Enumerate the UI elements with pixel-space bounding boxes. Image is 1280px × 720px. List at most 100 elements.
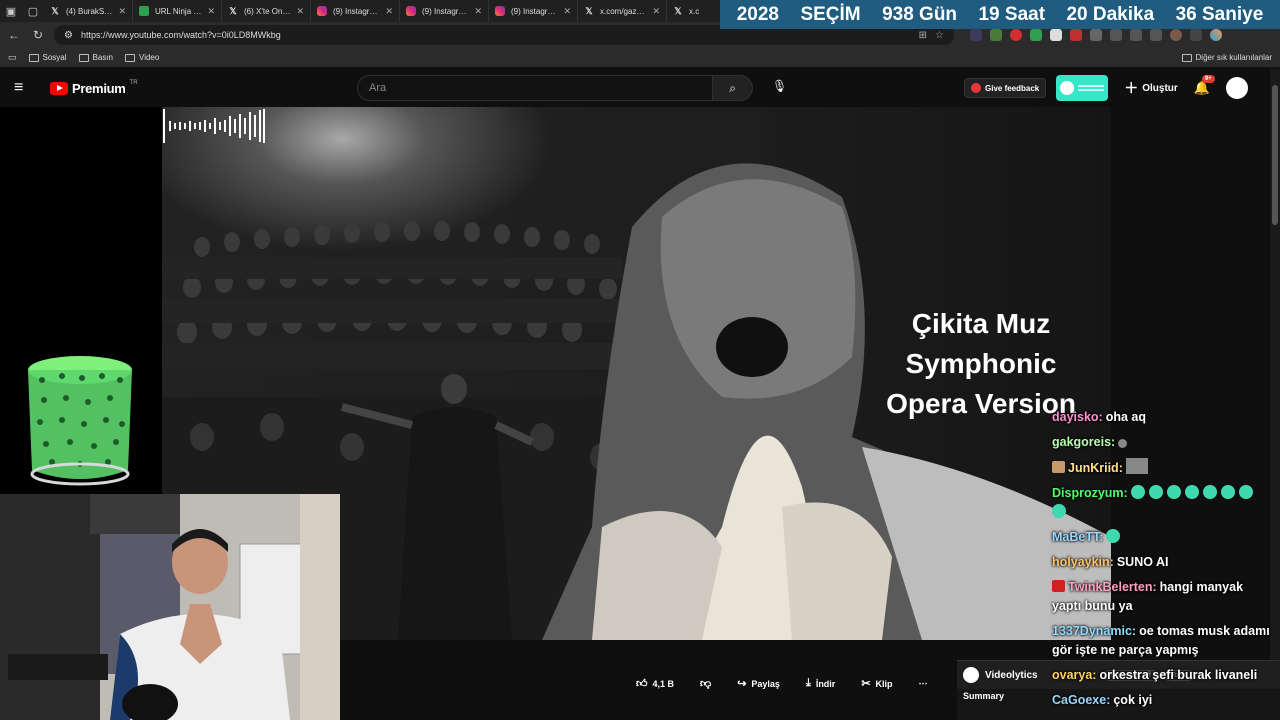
- instagram-icon: [495, 6, 505, 16]
- close-icon[interactable]: ✕: [207, 6, 215, 17]
- close-icon[interactable]: ✕: [385, 6, 393, 17]
- notification-count-badge: 9+: [1201, 75, 1215, 83]
- scissors-icon: ✂: [861, 678, 871, 690]
- create-button[interactable]: ＋ Oluştur: [1118, 78, 1184, 98]
- extension-icon[interactable]: [970, 29, 982, 41]
- chat-username: ovarya:: [1052, 668, 1097, 682]
- menu-icon[interactable]: ≡: [14, 79, 34, 97]
- emote-icon: [1106, 529, 1121, 543]
- chat-message: dayisko: oha aq: [1052, 408, 1272, 427]
- copilot-icon[interactable]: [1210, 29, 1222, 41]
- extension-icon[interactable]: [1050, 29, 1062, 41]
- notifications-button[interactable]: 🔔 9+: [1194, 75, 1215, 96]
- like-button[interactable]: 👍︎ 4,1 B: [636, 677, 674, 690]
- feedback-icon: [971, 83, 981, 93]
- x-logo-icon: 𝕏: [585, 5, 593, 16]
- address-text: https://www.youtube.com/watch?v=0i0LD8MW…: [80, 30, 281, 40]
- extension-icon[interactable]: [1030, 29, 1042, 41]
- chat-message: MaBeTT:: [1052, 528, 1272, 547]
- give-feedback-button[interactable]: Give feedback: [964, 78, 1047, 98]
- bookmark-folder-sosyal[interactable]: Sosyal: [28, 53, 67, 62]
- countdown-hours: 19 Saat: [978, 3, 1046, 25]
- avatar[interactable]: [1226, 77, 1248, 99]
- countdown-year: 2028: [736, 3, 779, 25]
- extension-icon[interactable]: [990, 29, 1002, 41]
- youtube-play-icon: [50, 81, 68, 95]
- countdown-label: SEÇİM: [800, 3, 861, 25]
- extension-icon[interactable]: [1070, 29, 1082, 41]
- chat-message: ovarya: orkestra şefi burak livaneli: [1052, 666, 1272, 685]
- microphone-icon[interactable]: 🎙: [772, 79, 787, 93]
- emote-icon: [1118, 439, 1128, 448]
- chat-message: 1337Dynamic: oe tomas musk adamı gör işte…: [1052, 622, 1272, 660]
- videolytics-title: Videolytics: [985, 669, 1038, 681]
- chat-message: JunKriid:: [1052, 458, 1272, 478]
- close-icon[interactable]: ✕: [474, 6, 482, 17]
- user-badge-icon: [1052, 580, 1065, 592]
- chat-message: CaGoexe: çok iyi: [1052, 691, 1272, 710]
- workspaces-icon[interactable]: ▣: [0, 0, 22, 22]
- collections-icon[interactable]: [1130, 29, 1142, 41]
- streamer-webcam: [0, 494, 340, 720]
- site-info-icon[interactable]: ⚙: [64, 30, 73, 41]
- more-icon[interactable]: [1190, 29, 1202, 41]
- audio-waveform-icon: [163, 109, 265, 143]
- emote-icon: [1130, 485, 1145, 499]
- favorites-icon[interactable]: [1110, 29, 1122, 41]
- search-button[interactable]: ⌕: [713, 75, 753, 101]
- browser-tab[interactable]: 𝕏 (4) BurakSak ✕: [44, 0, 133, 22]
- dislike-button[interactable]: 👎︎: [700, 677, 711, 690]
- profile-avatar-icon[interactable]: [1170, 29, 1182, 41]
- emote-icon: [1202, 485, 1217, 499]
- tab-actions-icon[interactable]: ▢: [22, 0, 44, 22]
- close-icon[interactable]: ✕: [652, 6, 660, 17]
- search-input[interactable]: [357, 75, 714, 101]
- x-logo-icon: 𝕏: [229, 5, 237, 16]
- clip-button[interactable]: ✂ Klip: [861, 677, 892, 690]
- browser-tab[interactable]: 𝕏 (6) X'te Oned ✕: [222, 0, 311, 22]
- sidebar-toggle-icon[interactable]: ▭: [8, 52, 17, 63]
- bookmark-folder-video[interactable]: Video: [125, 53, 159, 62]
- chat-text: orkestra şefi burak livaneli: [1099, 668, 1258, 682]
- back-icon[interactable]: ←: [6, 28, 22, 42]
- reload-icon[interactable]: ↻: [30, 28, 46, 42]
- shield-icon[interactable]: [1150, 29, 1162, 41]
- more-actions-button[interactable]: ⋯: [919, 678, 928, 689]
- folder-icon: [78, 53, 89, 62]
- puzzle-icon[interactable]: [1090, 29, 1102, 41]
- chat-message: gakgoreis:: [1052, 433, 1272, 452]
- browser-tab[interactable]: 𝕏 x.com/gazete ✕: [578, 0, 667, 22]
- browser-tab[interactable]: (9) Instagram ✕: [489, 0, 578, 22]
- chat-username: JunKriid:: [1068, 461, 1123, 475]
- chat-text: oha aq: [1105, 410, 1147, 424]
- scrollbar-thumb[interactable]: [1272, 85, 1278, 225]
- download-button[interactable]: ⤓ İndir: [806, 677, 835, 690]
- browser-tab[interactable]: (9) Instagram ✕: [311, 0, 400, 22]
- star-icon[interactable]: ☆: [935, 30, 944, 41]
- share-button[interactable]: ↪ Paylaş: [737, 677, 780, 690]
- chat-message: Disprozyum:: [1052, 484, 1272, 522]
- extension-toggle[interactable]: [1056, 75, 1109, 101]
- close-icon[interactable]: ✕: [563, 6, 571, 17]
- bookmark-folder-other[interactable]: Diğer sık kullanılanlar: [1181, 53, 1272, 62]
- chat-username: holyaykin:: [1052, 555, 1114, 569]
- toggle-knob: [1060, 81, 1075, 95]
- browser-tab[interactable]: 𝕏 x.c: [667, 0, 707, 22]
- folder-icon: [125, 53, 135, 62]
- bookmarks-bar: ▭ Sosyal Basın Video Diğer sık kullanıla…: [0, 48, 1280, 68]
- close-icon[interactable]: ✕: [118, 6, 126, 17]
- browser-tab[interactable]: (9) Instagram ✕: [400, 0, 489, 22]
- thumbs-down-icon: 👎︎: [700, 678, 712, 690]
- youtube-premium-logo[interactable]: Premium TR: [50, 80, 138, 96]
- apps-icon[interactable]: ⊞: [919, 30, 927, 41]
- video-overlay-title: Çikita Muz Symphonic Opera Version: [886, 308, 1076, 419]
- emote-icon: [1184, 485, 1199, 499]
- extension-icon[interactable]: [1010, 29, 1022, 41]
- bookmark-folder-basin[interactable]: Basın: [78, 53, 113, 62]
- close-icon[interactable]: ✕: [296, 6, 304, 17]
- search-box: ⌕: [357, 75, 753, 101]
- countdown-seconds: 36 Saniye: [1175, 3, 1264, 25]
- x-logo-icon: 𝕏: [51, 5, 59, 16]
- browser-tab[interactable]: URL Ninja (31 ✕: [133, 0, 222, 22]
- chat-username: MaBeTT:: [1052, 530, 1104, 544]
